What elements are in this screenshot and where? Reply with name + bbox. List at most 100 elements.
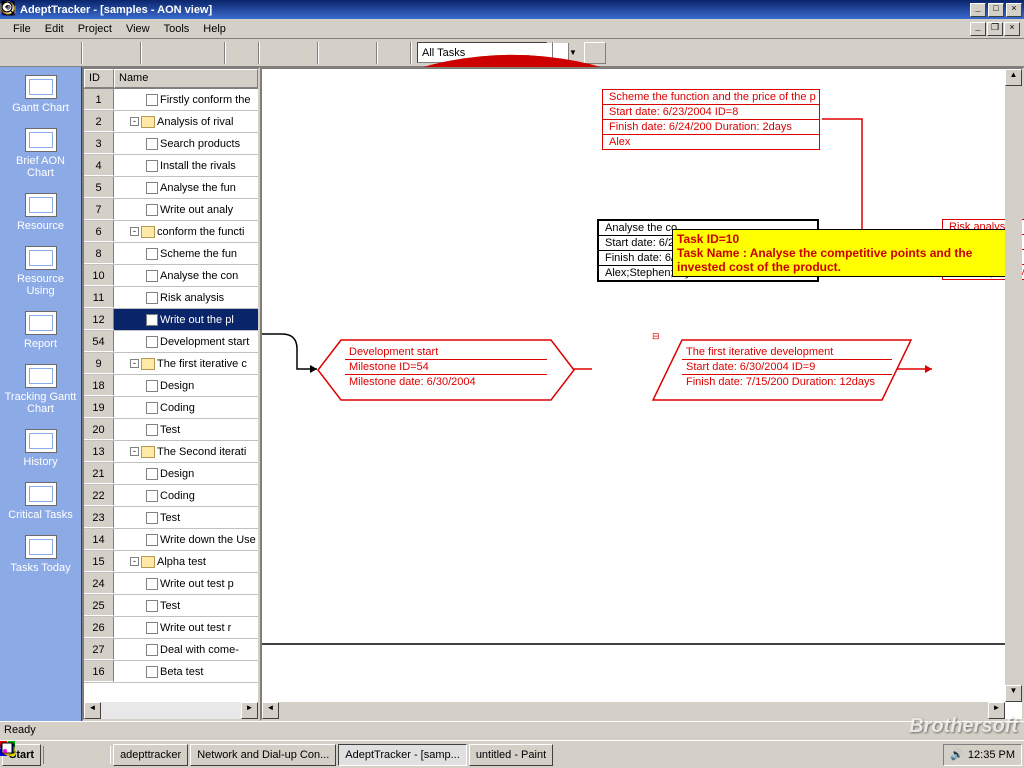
node-resource: Alex <box>603 135 819 149</box>
table-row[interactable]: 23Test <box>84 507 258 529</box>
table-row[interactable]: 24Write out test p <box>84 573 258 595</box>
expand-icon[interactable]: - <box>130 557 139 566</box>
task-rows[interactable]: 1Firstly conform the2-Analysis of rival3… <box>84 89 258 702</box>
table-row[interactable]: 19Coding <box>84 397 258 419</box>
cell-name: Risk analysis <box>114 292 258 304</box>
sidebar-item-history[interactable]: History <box>0 421 81 474</box>
collapse-handle[interactable]: ⊟ <box>652 331 660 342</box>
expand-icon[interactable]: - <box>130 227 139 236</box>
report-icon <box>25 311 57 335</box>
sidebar-item-tracking[interactable]: Tracking Gantt Chart <box>0 356 81 421</box>
table-row[interactable]: 14Write down the Use <box>84 529 258 551</box>
sidebar-item-resource-using[interactable]: Resource Using <box>0 238 81 303</box>
table-row[interactable]: 15-Alpha test <box>84 551 258 573</box>
node-start: Start date: 6/30/2004 ID=9 <box>682 360 892 375</box>
cell-name: Install the rivals <box>114 160 258 172</box>
table-row[interactable]: 13-The Second iterati <box>84 441 258 463</box>
table-row[interactable]: 54Development start <box>84 331 258 353</box>
task-name-text: Write out test r <box>160 622 231 634</box>
summary-node-9[interactable]: The first iterative development Start da… <box>652 339 912 401</box>
table-row[interactable]: 22Coding <box>84 485 258 507</box>
table-row[interactable]: 25Test <box>84 595 258 617</box>
cell-name: Test <box>114 600 258 612</box>
cell-name: Analyse the fun <box>114 182 258 194</box>
task-name-text: Beta test <box>160 666 203 678</box>
milestone-node-54[interactable]: Development start Milestone ID=54 Milest… <box>317 339 575 401</box>
table-row[interactable]: 3Search products <box>84 133 258 155</box>
table-row[interactable]: 4Install the rivals <box>84 155 258 177</box>
scroll-right-button[interactable]: ► <box>241 702 258 719</box>
folder-icon <box>141 226 155 238</box>
doc-icon <box>146 490 158 502</box>
table-row[interactable]: 26Write out test r <box>84 617 258 639</box>
cell-id: 25 <box>84 595 114 616</box>
view-sidebar: Gantt Chart Brief AON Chart Resource Res… <box>0 67 82 721</box>
tooltip-line: Task ID=10 <box>677 232 1017 246</box>
doc-icon <box>146 248 158 260</box>
expand-icon[interactable]: - <box>130 447 139 456</box>
cell-id: 20 <box>84 419 114 440</box>
scroll-left-button[interactable]: ◄ <box>84 702 101 719</box>
task-hscroll[interactable]: ◄ ► <box>84 702 258 719</box>
folder-icon <box>141 358 155 370</box>
table-row[interactable]: 10Analyse the con <box>84 265 258 287</box>
doc-icon <box>146 512 158 524</box>
table-row[interactable]: 6-conform the functi <box>84 221 258 243</box>
table-row[interactable]: 7Write out analy <box>84 199 258 221</box>
task-name-text: Design <box>160 468 194 480</box>
expand-icon[interactable]: - <box>130 117 139 126</box>
cell-name: Beta test <box>114 666 258 678</box>
cell-name: Write down the Use <box>114 534 258 546</box>
sidebar-item-today[interactable]: Tasks Today <box>0 527 81 580</box>
cell-id: 23 <box>84 507 114 528</box>
scroll-right-button[interactable]: ► <box>988 702 1005 719</box>
scroll-left-button[interactable]: ◄ <box>262 702 279 719</box>
task-name-text: Design <box>160 380 194 392</box>
doc-icon <box>146 468 158 480</box>
canvas-hscroll[interactable]: ◄ ► <box>262 702 1005 719</box>
task-name-text: Analyse the fun <box>160 182 236 194</box>
sidebar-item-critical[interactable]: Critical Tasks <box>0 474 81 527</box>
table-row[interactable]: 5Analyse the fun <box>84 177 258 199</box>
taskbar: Start adepttracker Network and Dial-up C… <box>0 740 1024 768</box>
cell-id: 18 <box>84 375 114 396</box>
table-row[interactable]: 8Scheme the fun <box>84 243 258 265</box>
task-tooltip: Task ID=10 Task Name : Analyse the compe… <box>672 229 1022 277</box>
scroll-track[interactable] <box>101 702 241 719</box>
scroll-down-button[interactable]: ▼ <box>1005 685 1022 702</box>
cell-name: Write out test p <box>114 578 258 590</box>
cell-id: 4 <box>84 155 114 176</box>
col-id[interactable]: ID <box>84 69 114 88</box>
cell-name: Coding <box>114 490 258 502</box>
aon-canvas[interactable]: Scheme the function and the price of the… <box>260 67 1024 721</box>
table-row[interactable]: 27Deal with come- <box>84 639 258 661</box>
taskbar-item-4[interactable]: untitled - Paint <box>469 744 553 766</box>
scroll-up-button[interactable]: ▲ <box>1005 69 1022 86</box>
table-row[interactable]: 9-The first iterative c <box>84 353 258 375</box>
cell-id: 27 <box>84 639 114 660</box>
tooltip-line: Task Name : Analyse the competitive poin… <box>677 246 1017 274</box>
table-row[interactable]: 20Test <box>84 419 258 441</box>
cell-id: 19 <box>84 397 114 418</box>
expand-icon[interactable]: - <box>130 359 139 368</box>
toolbar: ? ▼ <box>0 39 1024 67</box>
node-title: Scheme the function and the price of the… <box>603 90 819 105</box>
table-row[interactable]: 1Firstly conform the <box>84 89 258 111</box>
table-row[interactable]: 18 Design <box>84 375 258 397</box>
sidebar-item-resource[interactable]: Resource <box>0 185 81 238</box>
table-row[interactable]: 11Risk analysis <box>84 287 258 309</box>
table-row[interactable]: 2-Analysis of rival <box>84 111 258 133</box>
resource-using-icon <box>25 246 57 270</box>
task-node-8[interactable]: Scheme the function and the price of the… <box>602 89 820 150</box>
node-title: Development start <box>345 345 547 360</box>
sidebar-item-report[interactable]: Report <box>0 303 81 356</box>
col-name[interactable]: Name <box>114 69 258 88</box>
sidebar-item-gantt[interactable]: Gantt Chart <box>0 67 81 120</box>
sidebar-item-aon[interactable]: Brief AON Chart <box>0 120 81 185</box>
table-row[interactable]: 12Write out the pl <box>84 309 258 331</box>
table-row[interactable]: 21Design <box>84 463 258 485</box>
zoom-out-button[interactable] <box>584 42 606 64</box>
canvas-vscroll[interactable]: ▲ ▼ <box>1005 69 1022 702</box>
table-row[interactable]: 16 Beta test <box>84 661 258 683</box>
cell-id: 16 <box>84 661 114 682</box>
